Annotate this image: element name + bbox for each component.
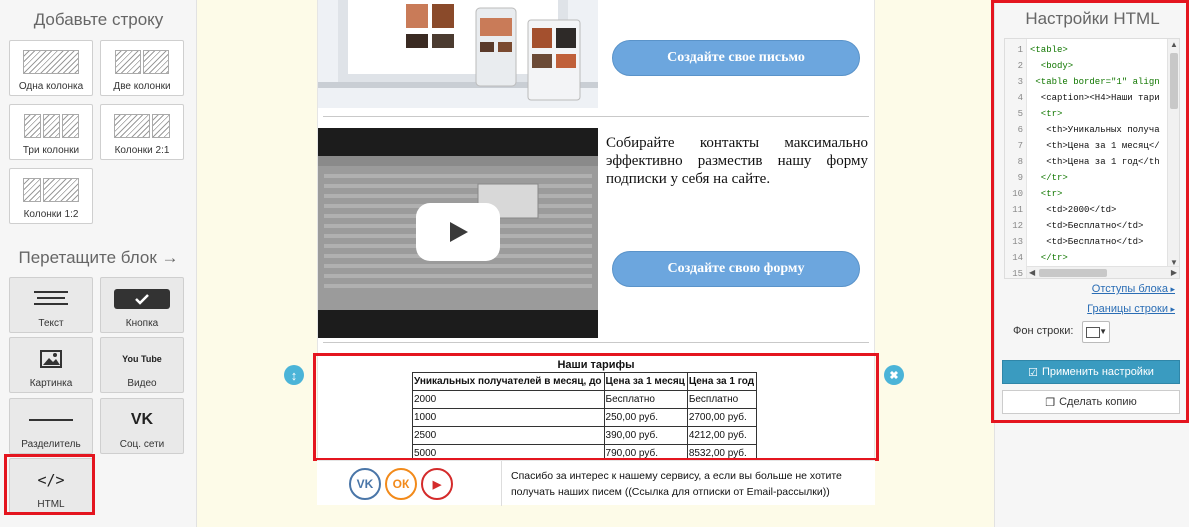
move-block-icon[interactable]: ↕ bbox=[284, 365, 304, 385]
header-monthly-price: Цена за 1 месяц bbox=[603, 372, 688, 391]
code-line: <td>Бесплатно</td> bbox=[1030, 237, 1144, 247]
table-cell: 2500 bbox=[412, 426, 605, 445]
block-social[interactable]: VK Соц. сети bbox=[100, 398, 184, 454]
code-line: <th>Цена за 1 год</th bbox=[1030, 157, 1160, 167]
table-row: 2000 Бесплатно Бесплатно bbox=[412, 390, 758, 409]
email-footer: VK ОК ▶ Спасибо за интерес к нашему серв… bbox=[317, 460, 875, 506]
code-line: <table> bbox=[1030, 45, 1068, 55]
vk-social-icon[interactable]: VK bbox=[349, 468, 381, 500]
code-line: </tr> bbox=[1030, 173, 1068, 183]
code-line: <tr> bbox=[1030, 189, 1063, 199]
html-code-editor[interactable]: 1 2 3 4 5 6 7 8 9 10 11 12 13 14 15 <tab… bbox=[1004, 38, 1180, 279]
odnoklassniki-social-icon[interactable]: ОК bbox=[385, 468, 417, 500]
row-three-columns[interactable]: Три колонки bbox=[9, 104, 93, 160]
vk-icon: VK bbox=[130, 411, 154, 428]
code-brackets-icon: </> bbox=[37, 471, 65, 489]
chevron-down-icon: ▼ bbox=[1099, 327, 1107, 336]
line-numbers: 1 2 3 4 5 6 7 8 9 10 11 12 13 14 15 bbox=[1005, 39, 1027, 278]
row-background-color-picker[interactable]: ▼ bbox=[1082, 321, 1110, 343]
code-line: <td>Бесплатно</td> bbox=[1030, 221, 1144, 231]
row-columns-1-2[interactable]: Колонки 1:2 bbox=[9, 168, 93, 224]
code-line: </tr> bbox=[1030, 253, 1068, 263]
block-text[interactable]: Текст bbox=[9, 277, 93, 333]
divider-top bbox=[323, 116, 869, 117]
play-button-icon[interactable] bbox=[416, 203, 500, 261]
table-cell: Бесплатно bbox=[603, 390, 688, 409]
table-row: 2500 390,00 руб. 4212,00 руб. bbox=[412, 426, 758, 445]
promo-row: Создайте свое письмо bbox=[318, 0, 874, 108]
tariffs-table: Уникальных получателей в месяц, до Цена … bbox=[412, 372, 758, 463]
code-line: <table border="1" align bbox=[1030, 77, 1160, 87]
header-yearly-price: Цена за 1 год bbox=[686, 372, 758, 391]
block-video[interactable]: You Tube Видео bbox=[100, 337, 184, 393]
header-recipients: Уникальных получателей в месяц, до bbox=[412, 372, 605, 391]
close-block-icon[interactable]: ✖ bbox=[884, 365, 904, 385]
one-column-icon bbox=[23, 50, 79, 74]
block-divider[interactable]: Разделитель bbox=[9, 398, 93, 454]
scroll-right-icon[interactable]: ▶ bbox=[1171, 268, 1177, 277]
horizontal-scroll-thumb[interactable] bbox=[1039, 269, 1107, 277]
table-cell: 2000 bbox=[412, 390, 605, 409]
table-cell: 390,00 руб. bbox=[603, 426, 688, 445]
scroll-left-icon[interactable]: ◀ bbox=[1029, 268, 1035, 277]
block-image[interactable]: Картинка bbox=[9, 337, 93, 393]
right-panel: Настройки HTML 1 2 3 4 5 6 7 8 9 10 11 1… bbox=[994, 0, 1189, 527]
add-row-title: Добавьте строку bbox=[33, 10, 164, 29]
table-cell: 4212,00 руб. bbox=[686, 426, 758, 445]
create-form-button[interactable]: Создайте свою форму bbox=[612, 251, 860, 287]
row-borders-link[interactable]: Границы строки bbox=[1087, 303, 1175, 315]
scroll-up-icon[interactable]: ▲ bbox=[1170, 40, 1178, 49]
code-line: <body> bbox=[1030, 61, 1074, 71]
make-copy-button[interactable]: ❐ Сделать копию bbox=[1002, 390, 1180, 414]
table-cell: Бесплатно bbox=[686, 390, 758, 409]
vertical-scroll-thumb[interactable] bbox=[1170, 53, 1178, 109]
video-block[interactable] bbox=[318, 128, 598, 338]
code-line: <caption><H4>Наши тари bbox=[1030, 93, 1160, 103]
code-line: <tr> bbox=[1030, 109, 1063, 119]
block-padding-link[interactable]: Отступы блока bbox=[1092, 283, 1175, 295]
description-text: Собирайте контакты максимально эффективн… bbox=[606, 135, 868, 187]
block-button[interactable]: Кнопка bbox=[100, 277, 184, 333]
table-cell: 2700,00 руб. bbox=[686, 408, 758, 427]
unsubscribe-text: Спасибо за интерес к нашему сервису, а е… bbox=[511, 470, 842, 498]
table-cell: 250,00 руб. bbox=[603, 408, 688, 427]
divider-line-icon bbox=[10, 406, 92, 434]
row-columns-2-1[interactable]: Колонки 2:1 bbox=[100, 104, 184, 160]
columns-1-2-icon bbox=[10, 176, 92, 204]
row-two-columns[interactable]: Две колонки bbox=[100, 40, 184, 96]
code-line: <td>2000</td> bbox=[1030, 205, 1117, 215]
copy-icon: ❐ bbox=[1045, 396, 1056, 409]
youtube-social-icon[interactable]: ▶ bbox=[421, 468, 453, 500]
checkbox-edit-icon: ☑ bbox=[1028, 366, 1038, 379]
html-settings-title: Настройки HTML bbox=[1025, 9, 1160, 28]
two-columns-icon bbox=[101, 48, 183, 76]
button-check-icon bbox=[101, 285, 183, 313]
divider-bottom bbox=[323, 342, 869, 343]
table-caption: Наши тарифы bbox=[557, 359, 635, 371]
text-lines-icon bbox=[10, 285, 92, 313]
table-cell: 1000 bbox=[412, 408, 605, 427]
apply-settings-button[interactable]: ☑ Применить настройки bbox=[1002, 360, 1180, 384]
image-icon bbox=[10, 345, 92, 373]
row-background-label: Фон строки: bbox=[1013, 325, 1074, 337]
code-line: <th>Цена за 1 месяц</ bbox=[1030, 141, 1160, 151]
product-mockup-image bbox=[318, 0, 598, 108]
table-header-row: Уникальных получателей в месяц, до Цена … bbox=[412, 372, 758, 391]
youtube-icon: You Tube bbox=[122, 353, 162, 364]
table-row: 1000 250,00 руб. 2700,00 руб. bbox=[412, 408, 758, 427]
footer-separator bbox=[501, 461, 502, 506]
block-html[interactable]: </> HTML bbox=[9, 458, 93, 514]
three-columns-icon bbox=[10, 112, 92, 140]
html-block[interactable]: Наши тарифы Уникальных получателей в мес… bbox=[317, 356, 875, 463]
left-panel: Добавьте строку Одна колонка Две колонки… bbox=[0, 0, 197, 527]
editor-horizontal-scrollbar[interactable]: ◀ ▶ bbox=[1027, 266, 1179, 278]
columns-2-1-icon bbox=[101, 112, 183, 140]
drag-block-title: Перетащите блок → bbox=[18, 248, 179, 267]
editor-vertical-scrollbar[interactable]: ▲ ▼ bbox=[1167, 39, 1179, 268]
row-one-column[interactable]: Одна колонка bbox=[9, 40, 93, 96]
create-letter-button[interactable]: Создайте свое письмо bbox=[612, 40, 860, 76]
code-line: <th>Уникальных получа bbox=[1030, 125, 1160, 135]
color-swatch bbox=[1086, 327, 1100, 338]
